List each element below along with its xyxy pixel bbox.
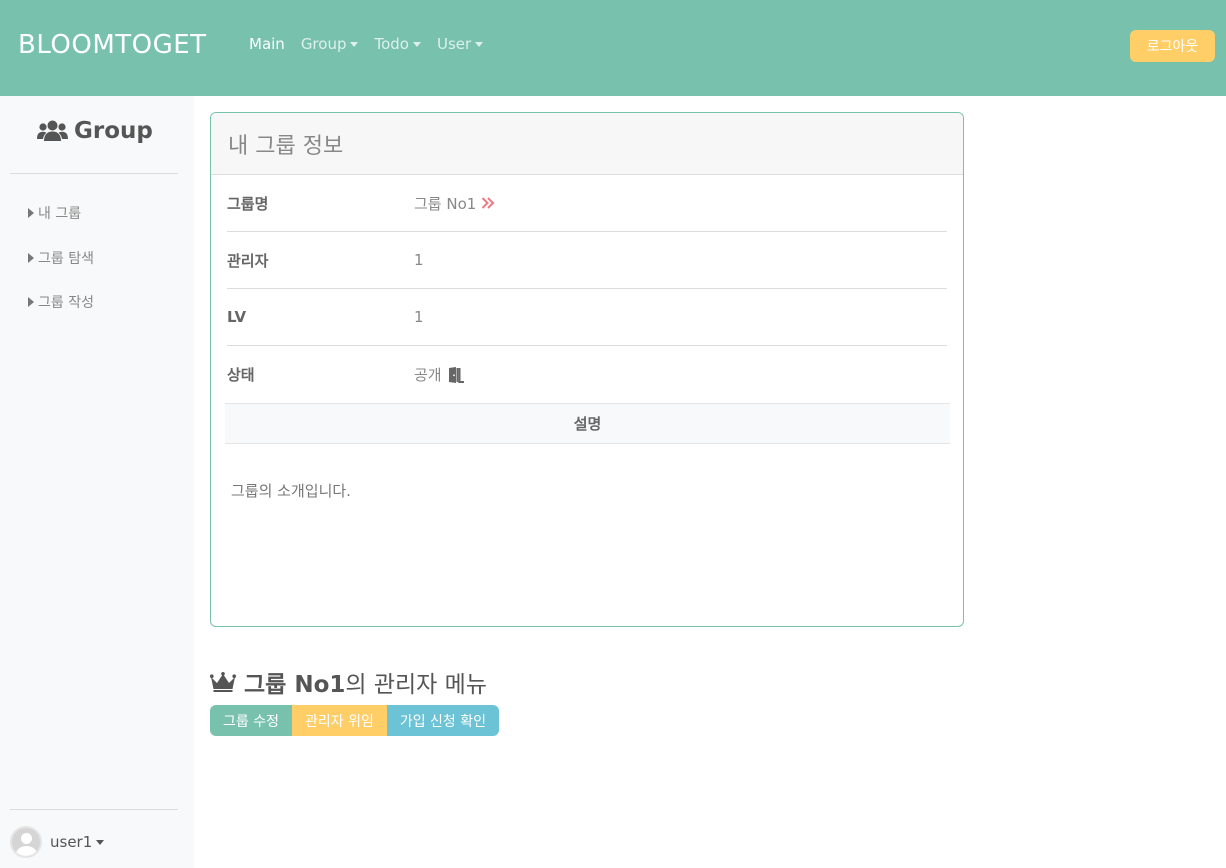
nav-link-todo[interactable]: Todo	[374, 35, 421, 53]
edit-group-button[interactable]: 그룹 수정	[210, 705, 292, 736]
admin-menu-title-suffix: 의 관리자 메뉴	[345, 672, 487, 698]
nav-link-user[interactable]: User	[436, 35, 484, 53]
level-value: 1	[414, 308, 424, 326]
avatar	[10, 826, 42, 858]
users-icon	[37, 120, 68, 141]
door-open-icon	[448, 366, 464, 383]
nav-link-user-label: User	[436, 35, 472, 53]
info-value: 공개	[414, 364, 465, 385]
user-name-label: user1	[50, 833, 93, 851]
check-join-requests-button[interactable]: 가입 신청 확인	[386, 705, 500, 736]
sidebar-divider	[10, 173, 178, 174]
info-value: 1	[414, 308, 424, 326]
caret-down-icon	[412, 41, 421, 47]
info-row-status: 상태 공개	[227, 346, 947, 403]
description-header: 설명	[225, 403, 950, 444]
crown-icon	[210, 672, 236, 692]
nav-links: Main Group Todo User	[249, 35, 484, 53]
sidebar-title: Group	[37, 118, 153, 144]
admin-button-group: 그룹 수정 관리자 위임 가입 신청 확인	[210, 705, 500, 736]
info-label: LV	[227, 308, 247, 326]
sidebar-item-explore-group[interactable]: 그룹 탐색	[28, 248, 94, 268]
caret-right-icon	[28, 208, 34, 218]
group-name-value: 그룹 No1	[414, 194, 477, 213]
caret-right-icon	[28, 253, 34, 263]
info-row-group-name: 그룹명 그룹 No1	[227, 175, 947, 232]
sidebar-title-label: Group	[74, 118, 153, 144]
admin-menu-group-name: 그룹 No1	[244, 672, 346, 698]
admin-menu-title-text: 그룹 No1의 관리자 메뉴	[244, 665, 487, 699]
double-chevron-right-icon[interactable]	[481, 196, 495, 210]
caret-right-icon	[28, 297, 34, 307]
nav-link-main-label: Main	[249, 35, 285, 53]
sidebar-item-create-group[interactable]: 그룹 작성	[28, 292, 94, 312]
nav-link-main[interactable]: Main	[249, 35, 285, 53]
user-dropdown[interactable]: user1	[10, 826, 105, 858]
info-value: 그룹 No1	[414, 193, 495, 214]
caret-down-icon	[475, 41, 484, 47]
sidebar-item-label: 내 그룹	[38, 206, 82, 222]
status-value: 공개	[414, 366, 442, 384]
user-name: user1	[50, 833, 105, 851]
sidebar-item-my-group[interactable]: 내 그룹	[28, 203, 81, 223]
admin-value: 1	[414, 251, 424, 269]
group-info-card: 내 그룹 정보 그룹명 그룹 No1 관리자 1 LV 1 상태 공개 설명 그…	[210, 112, 964, 627]
info-label: 상태	[227, 366, 255, 384]
info-label: 그룹명	[227, 194, 269, 213]
nav-link-todo-label: Todo	[374, 35, 409, 53]
sidebar: Group 내 그룹 그룹 탐색 그룹 작성 user1	[0, 96, 194, 868]
description-text: 그룹의 소개입니다.	[231, 482, 351, 500]
card-header: 내 그룹 정보	[211, 113, 963, 175]
top-navbar: BLOOMTOGET Main Group Todo User 로그아웃	[0, 0, 1226, 96]
card-title: 내 그룹 정보	[228, 133, 344, 159]
info-row-level: LV 1	[227, 289, 947, 346]
nav-link-group[interactable]: Group	[301, 35, 359, 53]
delegate-admin-button[interactable]: 관리자 위임	[291, 705, 387, 736]
info-value: 1	[414, 251, 424, 269]
info-label: 관리자	[227, 251, 269, 270]
caret-down-icon	[96, 839, 105, 845]
sidebar-item-label: 그룹 탐색	[38, 251, 94, 267]
sidebar-item-label: 그룹 작성	[38, 295, 94, 311]
logout-button[interactable]: 로그아웃	[1130, 30, 1215, 62]
brand-logo[interactable]: BLOOMTOGET	[18, 30, 207, 60]
nav-link-group-label: Group	[300, 35, 347, 53]
info-row-admin: 관리자 1	[227, 232, 947, 289]
sidebar-divider	[10, 809, 178, 810]
caret-down-icon	[350, 41, 359, 47]
admin-menu-title: 그룹 No1의 관리자 메뉴	[210, 665, 487, 699]
